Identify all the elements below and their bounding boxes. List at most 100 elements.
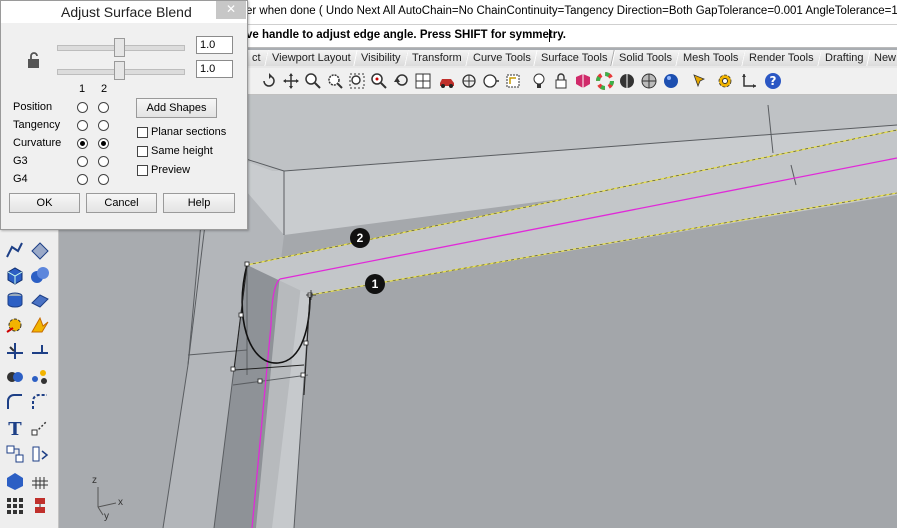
radio-g4-2[interactable]	[98, 174, 109, 185]
ok-button[interactable]: OK	[9, 193, 80, 213]
help-button[interactable]: Help	[163, 193, 235, 213]
tab-solid-tools[interactable]: Solid Tools	[611, 50, 680, 66]
preview-label: Preview	[151, 164, 191, 176]
row-label-g4: G4	[13, 173, 28, 185]
render-icon[interactable]	[4, 469, 26, 491]
callout-1[interactable]: 1	[365, 274, 385, 294]
callout-2[interactable]: 2	[350, 228, 370, 248]
dialog-titlebar[interactable]: Adjust Surface Blend ✕	[1, 1, 247, 23]
ghosted-icon[interactable]	[640, 72, 658, 90]
zoom-extents-icon[interactable]	[348, 72, 366, 90]
dialog-title: Adjust Surface Blend	[61, 4, 192, 20]
zoom-window-icon[interactable]	[326, 72, 344, 90]
split-icon[interactable]	[29, 314, 51, 336]
tab-visibility[interactable]: Visibility	[353, 50, 409, 66]
fillet-icon[interactable]	[4, 391, 26, 413]
explode-icon[interactable]	[4, 314, 26, 336]
light-icon[interactable]	[530, 72, 548, 90]
axis-x-label: x	[118, 497, 123, 508]
radio-tangency-1[interactable]	[77, 120, 88, 131]
column-label-2: 2	[101, 83, 108, 95]
svg-text:?: ?	[770, 74, 777, 88]
four-viewports-icon[interactable]	[414, 72, 432, 90]
slider-thumb-1[interactable]	[114, 38, 125, 57]
mesh-icon[interactable]	[29, 469, 51, 491]
analysis-icon[interactable]	[29, 443, 51, 465]
tab-surface-tools[interactable]: Surface Tools	[533, 50, 616, 66]
cplane-icon[interactable]	[740, 72, 758, 90]
axis-z-label: z	[92, 475, 97, 486]
zoom-icon[interactable]	[304, 72, 322, 90]
column-label-1: 1	[79, 83, 86, 95]
lock-icon[interactable]	[552, 72, 570, 90]
zoom-selected-icon[interactable]	[370, 72, 388, 90]
solid-box-icon[interactable]	[4, 264, 26, 286]
camera-target-icon[interactable]	[460, 72, 478, 90]
solid-union-icon[interactable]	[29, 264, 51, 286]
preview-checkbox[interactable]	[137, 165, 148, 176]
axis-y-label: y	[104, 511, 109, 522]
car-icon[interactable]	[438, 72, 456, 90]
planar-sections-checkbox[interactable]	[137, 127, 148, 138]
boolean-icon[interactable]	[4, 365, 26, 387]
named-cplane-icon[interactable]	[504, 72, 522, 90]
extend-icon[interactable]	[29, 339, 51, 361]
tab-mesh-tools[interactable]: Mesh Tools	[675, 50, 746, 66]
shaded-icon[interactable]	[574, 72, 592, 90]
curve-tools-icon[interactable]	[4, 239, 26, 261]
close-button[interactable]: ✕	[216, 1, 246, 19]
radio-g3-2[interactable]	[98, 156, 109, 167]
radio-curvature-2[interactable]	[98, 138, 109, 149]
cancel-button[interactable]: Cancel	[86, 193, 157, 213]
radio-position-1[interactable]	[77, 102, 88, 113]
help-icon[interactable]: ?	[764, 72, 782, 90]
slider-thumb-2[interactable]	[114, 61, 125, 80]
select-filter-icon[interactable]	[692, 72, 710, 90]
value-field-1[interactable]: 1.0	[196, 36, 233, 54]
radio-tangency-2[interactable]	[98, 120, 109, 131]
tab-transform[interactable]: Transform	[404, 50, 470, 66]
rotate-view-icon[interactable]	[260, 72, 278, 90]
named-view-icon[interactable]	[482, 72, 500, 90]
radio-g4-1[interactable]	[77, 174, 88, 185]
command-history-text: er when done ( Undo Next All AutoChain=N…	[246, 5, 897, 17]
trim-icon[interactable]	[4, 339, 26, 361]
surface-from-curves-icon[interactable]	[29, 289, 51, 311]
undo-view-icon[interactable]	[392, 72, 410, 90]
planar-sections-label: Planar sections	[151, 126, 227, 138]
unlock-icon[interactable]	[26, 51, 42, 69]
tab-curve-tools[interactable]: Curve Tools	[464, 50, 539, 66]
tab-render-tools[interactable]: Render Tools	[741, 50, 822, 66]
transform-icon[interactable]	[29, 495, 51, 517]
tab-new[interactable]: New i	[866, 50, 897, 66]
row-label-g3: G3	[13, 155, 28, 167]
array-icon[interactable]	[4, 495, 26, 517]
text-icon[interactable]: T	[4, 417, 26, 439]
rendered-sphere-icon[interactable]	[662, 72, 680, 90]
color-wheel-icon[interactable]	[596, 72, 614, 90]
value-field-2[interactable]: 1.0	[196, 60, 233, 78]
command-prompt-text: ve handle to adjust edge angle. Press SH…	[246, 29, 566, 41]
blend-curve-icon[interactable]	[29, 391, 51, 413]
dimension-icon[interactable]	[29, 417, 51, 439]
standard-toolbar: ?	[246, 68, 897, 95]
grid-snap-icon[interactable]	[4, 443, 26, 465]
surface-tools-icon[interactable]	[29, 239, 51, 261]
point-cloud-icon[interactable]	[29, 365, 51, 387]
pan-icon[interactable]	[282, 72, 300, 90]
options-gear-icon[interactable]	[716, 72, 734, 90]
radio-position-2[interactable]	[98, 102, 109, 113]
tab-drafting[interactable]: Drafting	[817, 50, 872, 66]
svg-text:T: T	[8, 419, 22, 439]
add-shapes-button[interactable]: Add Shapes	[136, 98, 217, 118]
radio-g3-1[interactable]	[77, 156, 88, 167]
row-label-tangency: Tangency	[13, 119, 61, 131]
same-height-checkbox[interactable]	[137, 146, 148, 157]
adjust-surface-blend-dialog: Adjust Surface Blend ✕ 1.0 1.0 1 2 Posit…	[0, 0, 248, 230]
radio-curvature-1[interactable]	[77, 138, 88, 149]
render-sphere-icon[interactable]	[618, 72, 636, 90]
toolbar-tabs: ct Viewport Layout Visibility Transform Curv…	[246, 50, 897, 69]
extrude-icon[interactable]	[4, 289, 26, 311]
text-caret	[549, 29, 550, 42]
tab-viewport-layout[interactable]: Viewport Layout	[263, 50, 358, 66]
